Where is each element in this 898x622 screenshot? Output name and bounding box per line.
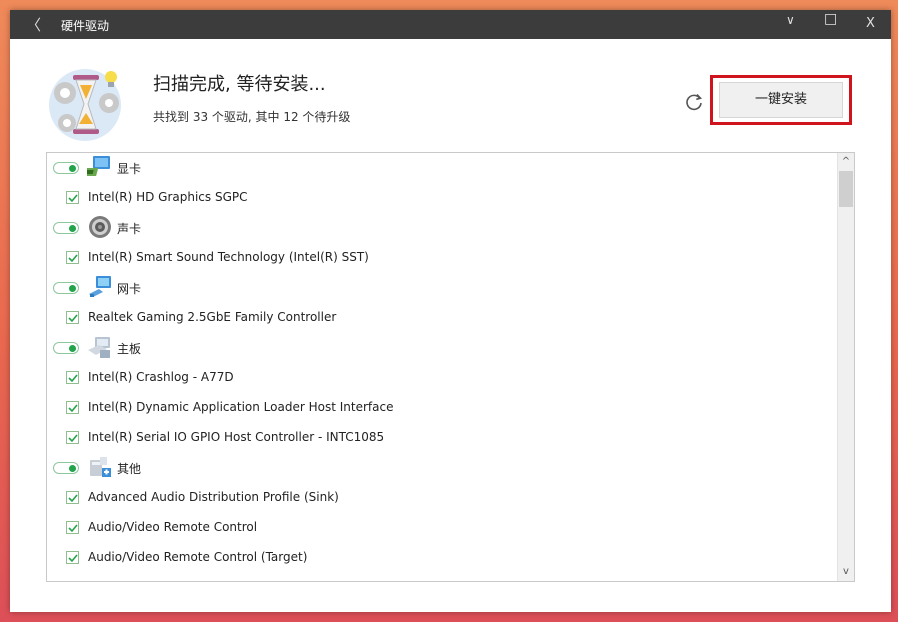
driver-name: Intel(R) Dynamic Application Loader Host… — [88, 400, 394, 414]
title-bar: 〈 硬件驱动 ∨ □ X — [10, 10, 891, 39]
driver-item-row[interactable]: Audio/Video Remote Control (Target) — [47, 543, 837, 573]
driver-name: Intel(R) Serial IO GPIO Host Controller … — [88, 430, 385, 444]
driver-category-row: 声卡 — [47, 213, 837, 243]
speaker-icon — [87, 214, 113, 240]
driver-checkbox[interactable] — [66, 431, 79, 444]
driver-checkbox[interactable] — [66, 371, 79, 384]
scroll-up-button[interactable]: ^ — [838, 153, 854, 171]
driver-category-row: 主板 — [47, 333, 837, 363]
category-toggle[interactable] — [53, 162, 79, 174]
driver-category-row: 网卡 — [47, 273, 837, 303]
driver-checkbox[interactable] — [66, 311, 79, 324]
driver-item-row[interactable]: Advanced Audio Distribution Profile (Sin… — [47, 483, 837, 513]
category-label: 其他 — [117, 462, 142, 476]
back-button[interactable]: 〈 — [26, 14, 41, 35]
driver-item-row[interactable]: Intel(R) HD Graphics SGPC — [47, 183, 837, 213]
category-toggle[interactable] — [53, 462, 79, 474]
driver-category-row: 显卡 — [47, 153, 837, 183]
driver-checkbox[interactable] — [66, 191, 79, 204]
driver-checkbox[interactable] — [66, 401, 79, 414]
driver-item-row[interactable]: Intel(R) Smart Sound Technology (Intel(R… — [47, 243, 837, 273]
driver-checkbox[interactable] — [66, 251, 79, 264]
category-toggle[interactable] — [53, 342, 79, 354]
category-label: 网卡 — [117, 282, 142, 296]
scrollbar-thumb[interactable] — [839, 171, 853, 207]
one-click-install-button[interactable]: 一键安装 — [719, 82, 843, 118]
driver-item-row[interactable]: Intel(R) Crashlog - A77D — [47, 363, 837, 393]
hourglass-gear-icon — [49, 69, 121, 141]
minimize-button[interactable]: ∨ — [786, 13, 795, 27]
scan-status-title: 扫描完成, 等待安装... — [153, 74, 326, 95]
display-card-icon — [82, 154, 113, 180]
window-title: 硬件驱动 — [61, 19, 110, 33]
driver-window: 〈 硬件驱动 ∨ □ X 扫描完成, 等待安装... 共找到 33 个驱动, 其… — [10, 10, 891, 612]
scroll-down-button[interactable]: v — [838, 563, 854, 581]
toggle-knob — [69, 225, 76, 232]
driver-item-row[interactable]: Intel(R) Dynamic Application Loader Host… — [47, 393, 837, 423]
install-button-highlight: 一键安装 — [710, 75, 852, 125]
scrollbar[interactable]: ^ v — [837, 153, 854, 581]
category-toggle[interactable] — [53, 222, 79, 234]
driver-name: Intel(R) HD Graphics SGPC — [88, 190, 248, 204]
driver-name: Advanced Audio Distribution Profile (Sin… — [88, 490, 339, 504]
driver-checkbox[interactable] — [66, 491, 79, 504]
toggle-knob — [69, 345, 76, 352]
toggle-knob — [69, 165, 76, 172]
driver-name: Intel(R) Smart Sound Technology (Intel(R… — [88, 250, 369, 264]
toggle-knob — [69, 465, 76, 472]
category-label: 显卡 — [117, 162, 142, 176]
driver-item-row[interactable]: Realtek Gaming 2.5GbE Family Controller — [47, 303, 837, 333]
network-card-icon — [87, 274, 113, 300]
driver-checkbox[interactable] — [66, 521, 79, 534]
driver-name: Audio/Video Remote Control — [88, 520, 258, 534]
maximize-button[interactable]: □ — [824, 11, 837, 27]
toggle-knob — [69, 285, 76, 292]
driver-category-row: 其他 — [47, 453, 837, 483]
scan-status-summary: 共找到 33 个驱动, 其中 12 个待升级 — [153, 110, 351, 124]
close-button[interactable]: X — [866, 16, 875, 31]
driver-name: Audio/Video Remote Control (Target) — [88, 550, 308, 564]
motherboard-icon — [87, 334, 113, 360]
category-toggle[interactable] — [53, 282, 79, 294]
driver-list: 显卡 Intel(R) HD Graphics SGPC 声卡 Intel(R) Sm… — [46, 152, 855, 582]
category-label: 声卡 — [117, 222, 142, 236]
driver-checkbox[interactable] — [66, 551, 79, 564]
category-label: 主板 — [117, 342, 142, 356]
driver-item-row[interactable]: Intel(R) Serial IO GPIO Host Controller … — [47, 423, 837, 453]
driver-item-row[interactable]: Audio/Video Remote Control — [47, 513, 837, 543]
other-devices-icon — [87, 454, 113, 480]
driver-name: Realtek Gaming 2.5GbE Family Controller — [88, 310, 337, 324]
refresh-icon[interactable] — [684, 92, 704, 112]
driver-name: Intel(R) Crashlog - A77D — [88, 370, 234, 384]
